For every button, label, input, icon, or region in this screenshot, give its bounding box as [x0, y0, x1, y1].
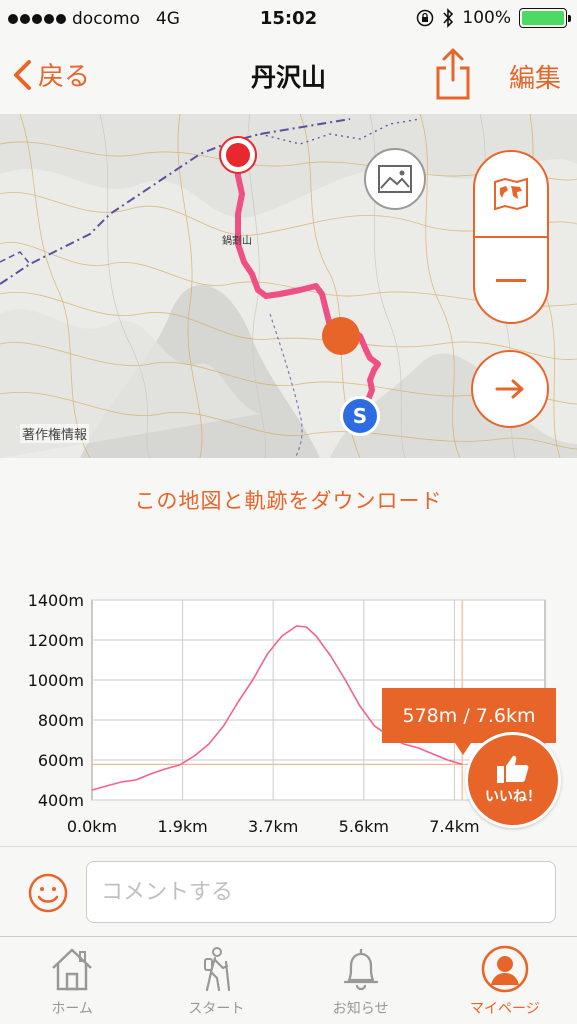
map-view[interactable]: 鍋割山 S 著作権情報	[0, 114, 577, 458]
tab-start[interactable]: スタート	[144, 937, 288, 1024]
x-tick-label: 7.4km	[429, 817, 479, 836]
x-tick-label: 0.0km	[67, 817, 117, 836]
y-tick-label: 400m	[38, 791, 84, 810]
map-peak-label: 鍋割山	[222, 236, 252, 247]
user-icon	[481, 945, 529, 993]
minus-icon	[496, 279, 526, 282]
page-title: 丹沢山	[250, 63, 326, 92]
current-position-marker[interactable]	[320, 315, 362, 357]
world-map-icon	[494, 177, 528, 211]
arrow-right-icon	[495, 379, 524, 399]
smiley-icon	[28, 873, 68, 913]
x-tick-label: 5.6km	[339, 817, 389, 836]
hiker-icon	[204, 947, 231, 992]
download-map-link[interactable]: この地図と軌跡をダウンロード	[0, 485, 577, 515]
tab-home-label: ホーム	[51, 1001, 93, 1017]
tooltip-tail	[455, 743, 471, 755]
map-zoom-control	[473, 150, 549, 324]
like-label: いいね！	[485, 789, 541, 805]
edit-button[interactable]: 編集	[509, 58, 561, 95]
bluetooth-icon	[443, 8, 454, 28]
tab-mypage[interactable]: マイページ	[433, 937, 577, 1024]
share-icon	[436, 48, 470, 100]
emoji-button[interactable]	[28, 873, 68, 917]
rotation-lock-icon	[417, 9, 434, 27]
tab-home[interactable]: ホーム	[0, 937, 144, 1024]
x-tick-label: 1.9km	[157, 817, 207, 836]
thumbs-up-icon	[497, 755, 529, 783]
navigate-next-button[interactable]	[471, 350, 549, 428]
like-button[interactable]: いいね！	[465, 732, 561, 828]
status-bar: docomo 4G 15:02 100%	[0, 0, 577, 38]
start-marker[interactable]: S	[340, 396, 380, 436]
map-credit-link[interactable]: 著作権情報	[20, 424, 90, 443]
comment-input[interactable]	[86, 861, 556, 923]
bell-icon	[343, 949, 378, 991]
tab-bar: ホーム スタート お知らせ マイページ	[0, 936, 577, 1024]
x-tick-label: 3.7km	[248, 817, 298, 836]
battery-icon	[519, 8, 571, 28]
tab-notifications-label: お知らせ	[332, 1001, 389, 1017]
status-right: 100%	[416, 8, 571, 28]
goal-marker[interactable]	[217, 134, 259, 176]
nav-bar: 戻る 丹沢山 編集	[0, 38, 577, 114]
tab-start-label: スタート	[188, 1001, 245, 1017]
home-icon	[52, 948, 92, 991]
y-tick-label: 800m	[38, 711, 84, 730]
comment-bar	[0, 846, 577, 936]
battery-label: 100%	[462, 8, 511, 28]
photo-layer-button[interactable]	[364, 148, 426, 210]
screen: docomo 4G 15:02 100% 戻る 丹沢山 編集 鍋割山 S 著作権…	[0, 0, 577, 1024]
image-icon	[378, 165, 412, 193]
y-tick-label: 1000m	[28, 671, 84, 690]
map-layer-button[interactable]	[475, 152, 547, 238]
tab-notifications[interactable]: お知らせ	[289, 937, 433, 1024]
y-tick-label: 1400m	[28, 591, 84, 610]
y-tick-label: 600m	[38, 751, 84, 770]
y-tick-label: 1200m	[28, 631, 84, 650]
share-button[interactable]	[433, 46, 473, 106]
tab-mypage-label: マイページ	[470, 1001, 540, 1017]
zoom-out-button[interactable]	[475, 238, 547, 322]
